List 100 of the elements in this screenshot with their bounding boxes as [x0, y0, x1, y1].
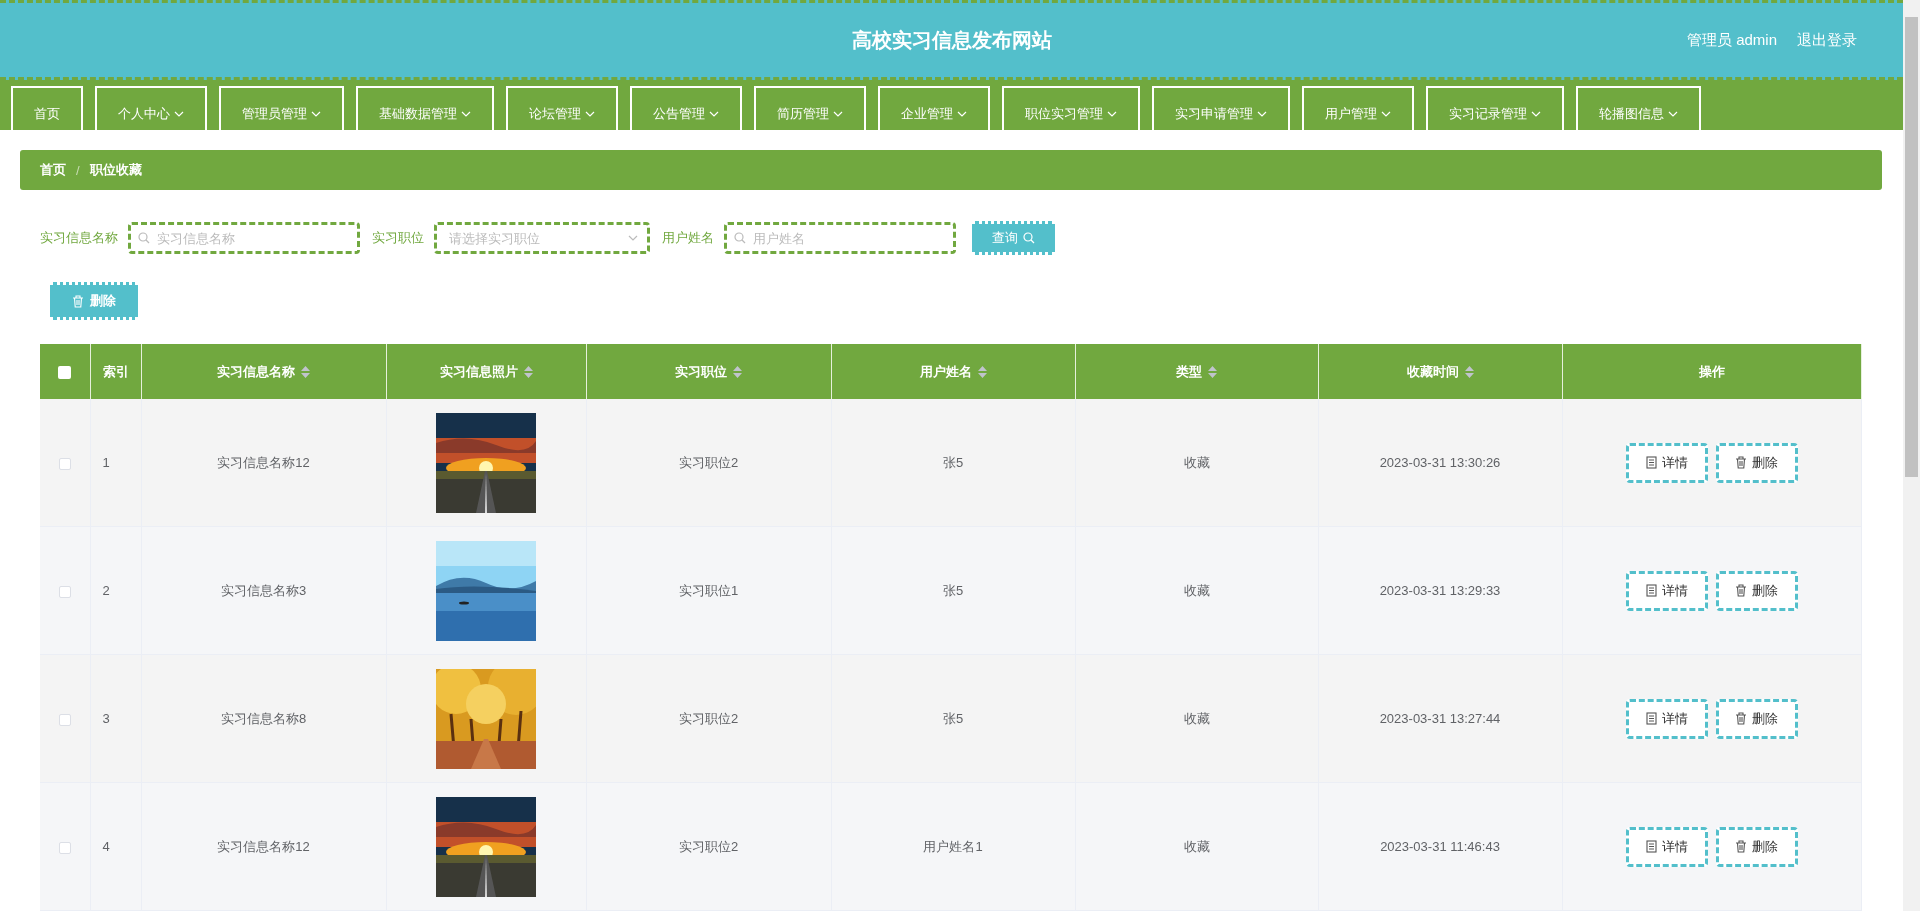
field-label: 用户姓名	[662, 229, 714, 247]
column-header: 操作	[1562, 344, 1862, 399]
nav-menu-item[interactable]: 职位实习管理	[1002, 86, 1140, 130]
column-header[interactable]: 实习信息照片	[386, 344, 586, 399]
sort-icon[interactable]	[733, 365, 742, 378]
table-cell: 3	[102, 711, 110, 726]
table-cell: 实习信息名称8	[220, 710, 307, 726]
field-label: 实习职位	[372, 229, 424, 247]
nav-menu-item[interactable]: 公告管理	[630, 86, 742, 130]
details-button[interactable]: 详情	[1625, 570, 1708, 611]
nav-menu-item[interactable]: 实习申请管理	[1152, 86, 1290, 130]
trash-icon	[1735, 584, 1748, 597]
trash-icon	[1735, 712, 1748, 725]
nav-menu-item[interactable]: 论坛管理	[506, 86, 618, 130]
column-header[interactable]: 类型	[1075, 344, 1318, 399]
table-cell: 实习职位2	[678, 454, 739, 470]
table-cell: 张5	[942, 582, 964, 598]
table-cell: 2023-03-31 13:27:44	[1379, 711, 1501, 726]
row-checkbox[interactable]	[58, 713, 71, 726]
row-checkbox[interactable]	[58, 585, 71, 598]
chevron-down-icon	[311, 111, 321, 117]
sort-icon[interactable]	[523, 365, 533, 378]
details-button[interactable]: 详情	[1625, 442, 1708, 483]
details-button[interactable]: 详情	[1625, 826, 1708, 867]
select-all-checkbox[interactable]	[58, 366, 72, 380]
table-cell: 实习信息名称12	[217, 838, 310, 854]
breadcrumb-link[interactable]: 职位收藏	[89, 161, 142, 179]
document-icon	[1645, 456, 1657, 469]
sort-icon[interactable]	[301, 365, 310, 378]
table-cell: 实习信息名称12	[217, 454, 310, 470]
details-button[interactable]: 详情	[1625, 698, 1708, 739]
nav-menu-item[interactable]: 个人中心	[95, 86, 207, 130]
delete-button[interactable]: 删除	[1715, 826, 1798, 867]
document-icon	[1645, 712, 1657, 725]
chevron-down-icon	[628, 235, 638, 241]
table-cell: 实习职位2	[678, 710, 739, 726]
nav-menu-item[interactable]: 首页	[11, 86, 83, 130]
table-cell: 4	[102, 839, 110, 854]
table-cell: 实习职位2	[678, 838, 739, 854]
site-title: 高校实习信息发布网站	[851, 28, 1052, 51]
table-cell: 1	[102, 455, 110, 470]
row-checkbox[interactable]	[58, 457, 71, 470]
scrollbar[interactable]	[1903, 0, 1920, 911]
table-cell: 2	[102, 583, 110, 598]
nav-menu-item[interactable]: 简历管理	[754, 86, 866, 130]
delete-button[interactable]: 删除	[1715, 442, 1798, 483]
table-cell: 张5	[942, 454, 964, 470]
select-field[interactable]: 请选择实习职位	[434, 222, 650, 254]
trash-icon	[1735, 840, 1748, 853]
table-cell: 2023-03-31 11:46:43	[1380, 839, 1500, 854]
search-field[interactable]: 实习信息名称	[128, 222, 360, 254]
chevron-down-icon	[461, 111, 471, 117]
document-icon	[1645, 840, 1657, 853]
delete-button[interactable]: 删除	[50, 282, 138, 320]
search-icon	[138, 232, 150, 244]
breadcrumb-separator: /	[76, 162, 80, 178]
nav-menu-item[interactable]: 轮播图信息	[1576, 86, 1701, 130]
column-header[interactable]: 用户姓名	[831, 344, 1075, 399]
column-header[interactable]: 实习职位	[586, 344, 831, 399]
table-cell: 实习职位1	[678, 582, 739, 598]
table-cell: 张5	[942, 710, 964, 726]
table-cell: 收藏	[1183, 710, 1210, 726]
nav-menu-item[interactable]: 管理员管理	[219, 86, 344, 130]
query-button[interactable]: 查询	[972, 221, 1055, 255]
table-cell: 2023-03-31 13:30:26	[1379, 455, 1501, 470]
sort-icon[interactable]	[1208, 365, 1217, 378]
nav-menu-item[interactable]: 企业管理	[878, 86, 990, 130]
chevron-down-icon	[1381, 111, 1391, 117]
search-field[interactable]: 用户姓名	[724, 222, 956, 254]
column-header[interactable]: 实习信息名称	[141, 344, 386, 399]
table-cell: 收藏	[1183, 582, 1210, 598]
document-icon	[1645, 584, 1657, 597]
sort-icon[interactable]	[977, 365, 987, 378]
user-name: 管理员 admin	[1686, 30, 1777, 50]
delete-button[interactable]: 删除	[1715, 570, 1798, 611]
table-cell: 收藏	[1183, 454, 1210, 470]
chevron-down-icon	[1531, 111, 1541, 117]
row-checkbox[interactable]	[58, 841, 71, 854]
search-icon	[734, 232, 746, 244]
logout-link[interactable]: 退出登录	[1797, 30, 1857, 50]
chevron-down-icon	[1257, 111, 1267, 117]
table-cell: 收藏	[1183, 838, 1210, 854]
chevron-down-icon	[1107, 111, 1117, 117]
breadcrumb-link[interactable]: 首页	[40, 161, 66, 179]
chevron-down-icon	[585, 111, 595, 117]
nav-menu-item[interactable]: 实习记录管理	[1426, 86, 1564, 130]
nav-menu-item[interactable]: 用户管理	[1302, 86, 1414, 130]
column-header: 索引	[90, 344, 141, 399]
trash-icon	[1735, 456, 1748, 469]
trash-icon	[72, 294, 84, 308]
chevron-down-icon	[833, 111, 843, 117]
column-header[interactable]: 收藏时间	[1318, 344, 1562, 399]
table-cell: 用户姓名1	[923, 838, 983, 854]
chevron-down-icon	[957, 111, 967, 117]
search-icon	[1023, 232, 1035, 244]
nav-menu-item[interactable]: 基础数据管理	[356, 86, 494, 130]
chevron-down-icon	[709, 111, 719, 117]
sort-icon[interactable]	[1464, 365, 1474, 378]
table-cell: 实习信息名称3	[220, 582, 307, 598]
delete-button[interactable]: 删除	[1715, 698, 1798, 739]
